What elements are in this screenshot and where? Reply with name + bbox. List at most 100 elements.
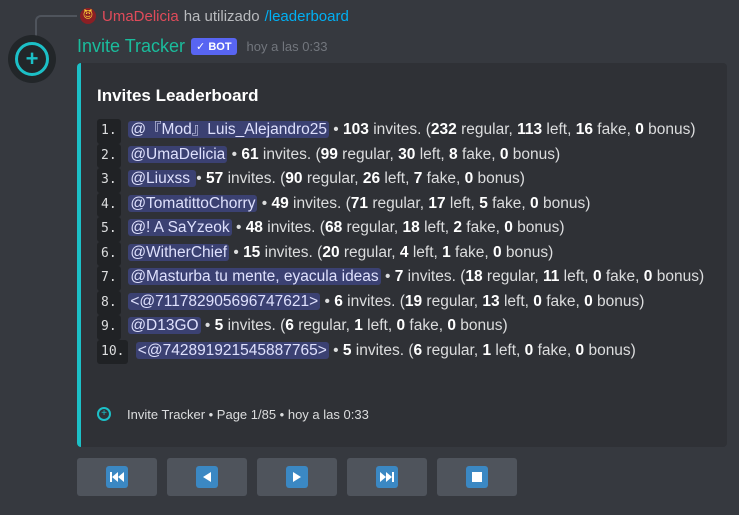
leaderboard-row: 8. <@711782905696747621> • 6 invites. (1…: [97, 290, 712, 315]
reply-connector: [35, 15, 77, 39]
rank-number: 1.: [97, 119, 121, 144]
regular-count: 18: [465, 268, 483, 285]
user-mention[interactable]: @! A SaYzeok: [128, 219, 232, 236]
left-count: 113: [517, 121, 543, 138]
bonus-count: 0: [575, 341, 585, 359]
rank-number: 10.: [97, 339, 129, 364]
left-count: 17: [428, 194, 446, 212]
leaderboard-row: 7. @Masturba tu mente, eyacula ideas • 7…: [97, 266, 712, 291]
total-invites: 103: [343, 121, 369, 138]
embed-title: Invites Leaderboard: [97, 86, 259, 105]
stop-button[interactable]: [437, 458, 517, 496]
rank-number: 5.: [97, 217, 121, 242]
bonus-count: 0: [447, 317, 456, 334]
first-page-button[interactable]: [77, 458, 157, 496]
leaderboard-row: 3. @Liuxss • 57 invites. (90 regular, 26…: [97, 168, 712, 193]
footer-text: Invite Tracker • Page 1/85 • hoy a las 0…: [127, 406, 369, 422]
rank-number: 2.: [97, 143, 121, 168]
reply-context[interactable]: 😈 UmaDelicia ha utilizado /leaderboard: [80, 6, 349, 26]
fake-count: 1: [442, 243, 451, 261]
total-invites: 7: [394, 268, 404, 285]
bonus-count: 0: [530, 194, 539, 212]
leaderboard-row: 5. @! A SaYzeok • 48 invites. (68 regula…: [97, 217, 712, 242]
previous-page-button[interactable]: [167, 458, 247, 496]
bonus-count: 0: [499, 145, 509, 163]
left-count: 1: [482, 341, 492, 359]
play-icon: [286, 466, 308, 488]
user-mention[interactable]: @『Mod』Luis_Alejandro25: [128, 121, 329, 138]
fake-count: 0: [592, 268, 602, 285]
rank-number: 4.: [97, 192, 121, 217]
bonus-count: 0: [464, 170, 474, 187]
rank-number: 8.: [97, 290, 121, 315]
user-mention[interactable]: @Liuxss: [128, 170, 197, 187]
bot-badge: ✓ BOT: [191, 37, 237, 55]
user-mention[interactable]: <@711782905696747621>: [128, 292, 321, 310]
regular-count: 232: [430, 121, 457, 138]
total-invites: 5: [342, 341, 352, 359]
plus-icon: +: [15, 42, 49, 76]
user-mention[interactable]: @D13GO: [128, 317, 201, 334]
left-count: 13: [482, 292, 500, 310]
bonus-count: 0: [643, 268, 653, 285]
left-count: 4: [399, 243, 409, 261]
bot-avatar[interactable]: +: [8, 35, 56, 83]
rank-number: 3.: [97, 168, 121, 193]
fake-count: 5: [479, 194, 488, 212]
regular-count: 68: [324, 219, 343, 236]
user-mention[interactable]: @Masturba tu mente, eyacula ideas: [128, 268, 381, 285]
reply-command[interactable]: /leaderboard: [265, 8, 349, 25]
total-invites: 49: [271, 194, 289, 212]
fake-count: 0: [524, 341, 534, 359]
total-invites: 15: [243, 243, 261, 261]
reply-avatar[interactable]: 😈: [80, 8, 96, 24]
regular-count: 99: [320, 145, 338, 163]
leaderboard-row: 6. @WitherChief • 15 invites. (20 regula…: [97, 241, 712, 266]
regular-count: 90: [285, 170, 303, 187]
stop-icon: [466, 466, 488, 488]
user-mention[interactable]: <@742891921545887765>: [135, 341, 329, 359]
left-count: 11: [542, 268, 560, 285]
pagination-buttons: [77, 458, 517, 496]
left-count: 18: [402, 219, 420, 236]
user-mention[interactable]: @UmaDelicia: [128, 145, 228, 163]
total-invites: 6: [334, 292, 343, 310]
user-mention[interactable]: @TomatittoChorry: [128, 194, 258, 212]
fake-count: 0: [396, 317, 406, 334]
reply-action-text: ha utilizado: [183, 7, 260, 25]
leaderboard-row: 1. @『Mod』Luis_Alejandro25 • 103 invites.…: [97, 119, 712, 144]
message-timestamp: hoy a las 0:33: [246, 38, 328, 54]
rank-number: 6.: [97, 241, 121, 266]
last-page-button[interactable]: [347, 458, 427, 496]
bonus-count: 0: [492, 243, 502, 261]
bonus-count: 0: [504, 219, 513, 236]
fast-backward-icon: [106, 466, 128, 488]
fast-forward-icon: [376, 466, 398, 488]
reply-username[interactable]: UmaDelicia: [102, 8, 179, 25]
embed-footer: + Invite Tracker • Page 1/85 • hoy a las…: [97, 404, 369, 424]
left-count: 30: [398, 145, 416, 163]
bonus-count: 0: [584, 292, 593, 310]
total-invites: 57: [206, 170, 224, 187]
message-header: Invite Tracker ✓ BOT hoy a las 0:33: [77, 35, 328, 57]
leaderboard-row: 4. @TomatittoChorry • 49 invites. (71 re…: [97, 192, 712, 217]
bot-username[interactable]: Invite Tracker: [77, 36, 185, 57]
fake-count: 8: [449, 145, 458, 163]
user-mention[interactable]: @WitherChief: [128, 243, 230, 261]
fake-count: 16: [575, 121, 593, 138]
left-count: 26: [362, 170, 381, 187]
rank-number: 9.: [97, 315, 121, 340]
total-invites: 48: [245, 219, 263, 236]
regular-count: 6: [285, 317, 294, 334]
reverse-play-icon: [196, 466, 218, 488]
fake-count: 0: [533, 292, 542, 310]
fake-count: 2: [453, 219, 462, 236]
regular-count: 19: [404, 292, 423, 310]
leaderboard-row: 9. @D13GO • 5 invites. (6 regular, 1 lef…: [97, 315, 712, 340]
total-invites: 61: [241, 145, 259, 163]
rank-number: 7.: [97, 266, 121, 291]
total-invites: 5: [214, 317, 224, 334]
bonus-count: 0: [635, 121, 644, 138]
next-page-button[interactable]: [257, 458, 337, 496]
footer-plus-icon: +: [97, 407, 111, 421]
